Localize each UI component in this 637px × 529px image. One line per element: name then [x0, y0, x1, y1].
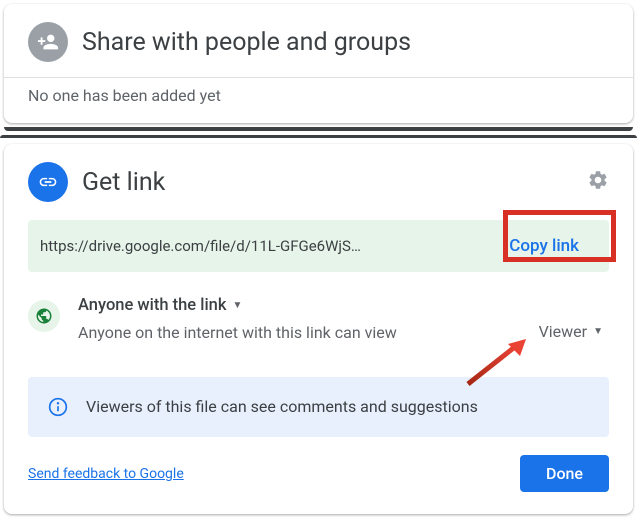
- globe-icon: [28, 300, 60, 332]
- caret-down-icon: ▼: [232, 300, 242, 311]
- info-box: Viewers of this file can see comments an…: [28, 377, 609, 437]
- person-add-icon: [28, 22, 68, 62]
- separator: [0, 135, 637, 138]
- get-link-card: Get link https://drive.google.com/file/d…: [4, 144, 633, 514]
- share-title: Share with people and groups: [82, 28, 411, 57]
- share-url[interactable]: https://drive.google.com/file/d/11L-GFGe…: [40, 237, 491, 255]
- link-box: https://drive.google.com/file/d/11L-GFGe…: [28, 220, 609, 272]
- role-label: Viewer: [539, 322, 588, 341]
- role-dropdown[interactable]: Viewer ▼: [533, 318, 609, 345]
- share-card: Share with people and groups No one has …: [4, 4, 633, 123]
- access-scope-dropdown[interactable]: Anyone with the link ▼: [78, 296, 515, 315]
- access-description: Anyone on the internet with this link ca…: [78, 321, 515, 344]
- access-row: Anyone with the link ▼ Anyone on the int…: [28, 296, 609, 345]
- share-subtitle: No one has been added yet: [4, 77, 633, 105]
- info-icon: [48, 397, 68, 417]
- copy-link-button[interactable]: Copy link: [491, 228, 597, 264]
- info-text: Viewers of this file can see comments an…: [86, 395, 478, 419]
- get-link-header: Get link: [28, 162, 609, 202]
- access-scope-label: Anyone with the link: [78, 296, 226, 315]
- link-box-wrap: https://drive.google.com/file/d/11L-GFGe…: [28, 220, 609, 272]
- get-link-title: Get link: [82, 168, 165, 197]
- done-button[interactable]: Done: [520, 455, 609, 492]
- caret-down-icon: ▼: [593, 326, 603, 337]
- link-icon: [28, 162, 68, 202]
- share-header: Share with people and groups: [28, 22, 609, 62]
- footer: Send feedback to Google Done: [28, 455, 609, 492]
- separator: [4, 127, 633, 131]
- access-main: Anyone with the link ▼ Anyone on the int…: [78, 296, 515, 344]
- gear-icon[interactable]: [587, 169, 609, 195]
- feedback-link[interactable]: Send feedback to Google: [28, 466, 184, 482]
